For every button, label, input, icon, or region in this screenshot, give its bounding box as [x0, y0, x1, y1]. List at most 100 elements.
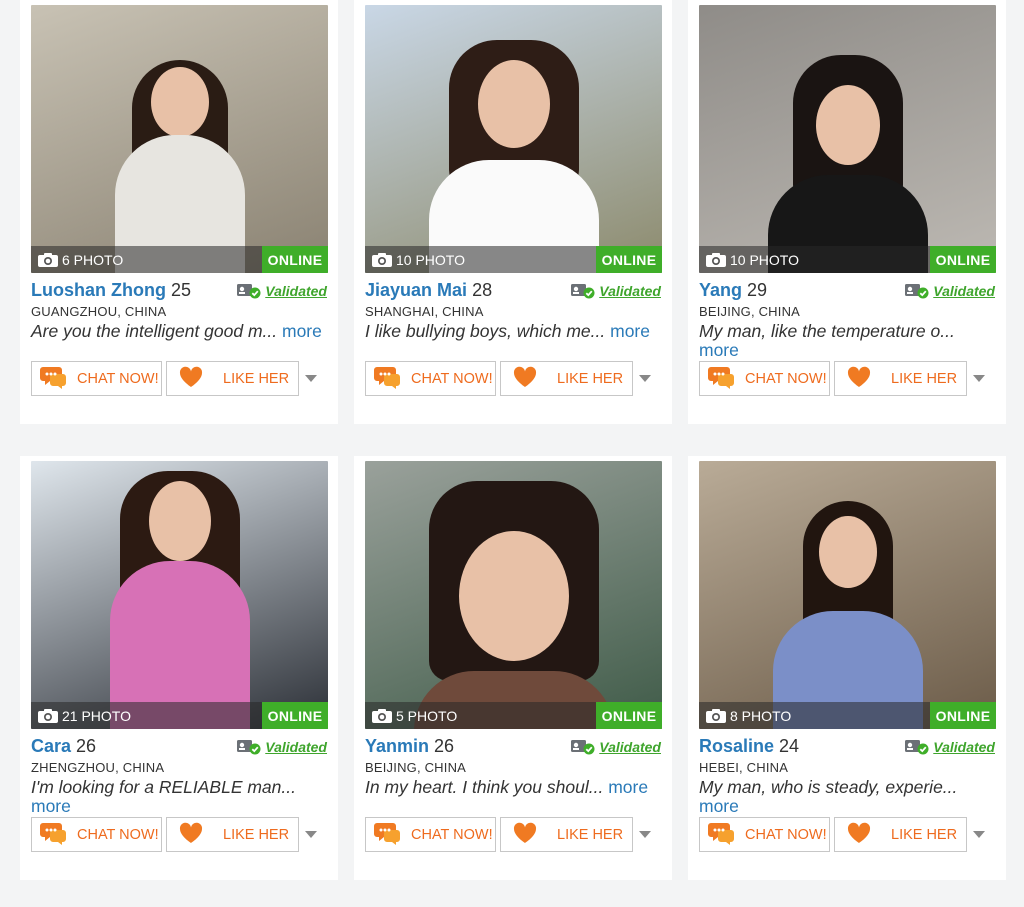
chat-now-label: CHAT NOW!	[77, 370, 159, 387]
chevron-down-icon[interactable]	[973, 375, 985, 382]
face-shape	[815, 85, 880, 165]
chat-now-button[interactable]: CHAT NOW!	[699, 361, 830, 396]
profile-photo[interactable]: 10 PHOTO ONLINE	[699, 5, 996, 273]
profile-name[interactable]: Rosaline	[699, 736, 774, 756]
like-her-button[interactable]: LIKE HER	[834, 817, 967, 852]
validated-link[interactable]: Validated	[571, 283, 661, 299]
photo-count[interactable]: 6 PHOTO	[38, 252, 123, 268]
like-her-label: LIKE HER	[223, 826, 290, 843]
like-her-button[interactable]: LIKE HER	[500, 817, 633, 852]
like-her-button[interactable]: LIKE HER	[500, 361, 633, 396]
bio-text: I'm looking for a RELIABLE man...	[31, 777, 296, 797]
validated-link[interactable]: Validated	[237, 283, 327, 299]
heart-icon	[513, 366, 537, 392]
chat-now-button[interactable]: CHAT NOW!	[31, 361, 162, 396]
profile-name[interactable]: Luoshan Zhong	[31, 280, 166, 300]
validated-link[interactable]: Validated	[905, 283, 995, 299]
validated-link[interactable]: Validated	[237, 739, 327, 755]
like-her-button[interactable]: LIKE HER	[166, 361, 299, 396]
online-badge: ONLINE	[930, 246, 996, 273]
profile-age: 25	[171, 280, 192, 300]
chat-now-button[interactable]: CHAT NOW!	[365, 361, 496, 396]
profile-photo[interactable]: 10 PHOTO ONLINE	[365, 5, 662, 273]
photo-count-label: 21 PHOTO	[62, 708, 131, 724]
camera-icon	[372, 709, 392, 723]
chat-now-button[interactable]: CHAT NOW!	[699, 817, 830, 852]
more-link[interactable]: more	[699, 796, 739, 816]
photo-count[interactable]: 8 PHOTO	[706, 708, 791, 724]
chat-now-button[interactable]: CHAT NOW!	[31, 817, 162, 852]
profile-location: HEBEI, CHINA	[699, 760, 789, 775]
id-check-icon	[237, 739, 261, 755]
validated-label: Validated	[933, 739, 995, 755]
profile-age: 26	[76, 736, 97, 756]
photo-count[interactable]: 10 PHOTO	[372, 252, 465, 268]
heart-icon	[513, 822, 537, 848]
profile-photo[interactable]: 8 PHOTO ONLINE	[699, 461, 996, 729]
validated-link[interactable]: Validated	[571, 739, 661, 755]
heart-icon	[847, 366, 871, 392]
profile-bio: My man, like the temperature o... more	[699, 322, 996, 360]
validated-label: Validated	[599, 739, 661, 755]
profile-name[interactable]: Yang	[699, 280, 742, 300]
camera-icon	[706, 709, 726, 723]
chevron-down-icon[interactable]	[305, 831, 317, 838]
more-link[interactable]: more	[608, 777, 648, 797]
profile-photo[interactable]: 5 PHOTO ONLINE	[365, 461, 662, 729]
chat-bubble-icon	[373, 365, 401, 393]
heart-icon	[179, 366, 203, 392]
validated-link[interactable]: Validated	[905, 739, 995, 755]
action-row: CHAT NOW! LIKE HER	[365, 361, 651, 396]
bio-text: I like bullying boys, which me...	[365, 321, 606, 341]
profile-card: 21 PHOTO ONLINE Cara 26 Validated ZHENGZ…	[20, 456, 338, 880]
profile-bio: I like bullying boys, which me... more	[365, 322, 662, 341]
chevron-down-icon[interactable]	[305, 375, 317, 382]
profile-bio: My man, who is steady, experie... more	[699, 778, 996, 816]
profile-location: GUANGZHOU, CHINA	[31, 304, 167, 319]
chat-now-label: CHAT NOW!	[745, 370, 827, 387]
chat-now-label: CHAT NOW!	[77, 826, 159, 843]
profile-age: 29	[747, 280, 768, 300]
profile-name[interactable]: Yanmin	[365, 736, 429, 756]
more-link[interactable]: more	[610, 321, 650, 341]
profile-photo[interactable]: 6 PHOTO ONLINE	[31, 5, 328, 273]
profile-age: 26	[434, 736, 455, 756]
face-shape	[477, 60, 550, 148]
online-badge: ONLINE	[930, 702, 996, 729]
like-her-label: LIKE HER	[891, 370, 958, 387]
photo-count[interactable]: 21 PHOTO	[38, 708, 131, 724]
heart-icon	[179, 822, 203, 848]
chevron-down-icon[interactable]	[639, 375, 651, 382]
bio-text: Are you the intelligent good m...	[31, 321, 278, 341]
more-link[interactable]: more	[31, 796, 71, 816]
more-link[interactable]: more	[699, 340, 739, 360]
bio-text: In my heart. I think you shoul...	[365, 777, 604, 797]
chevron-down-icon[interactable]	[973, 831, 985, 838]
profile-location: BEIJING, CHINA	[365, 760, 467, 775]
validated-label: Validated	[265, 739, 327, 755]
profile-location: BEIJING, CHINA	[699, 304, 801, 319]
chat-now-button[interactable]: CHAT NOW!	[365, 817, 496, 852]
photo-count[interactable]: 5 PHOTO	[372, 708, 457, 724]
like-her-label: LIKE HER	[557, 370, 624, 387]
validated-label: Validated	[265, 283, 327, 299]
face-shape	[818, 516, 877, 588]
profile-name[interactable]: Jiayuan Mai	[365, 280, 467, 300]
photo-count-label: 6 PHOTO	[62, 252, 124, 268]
more-link[interactable]: more	[282, 321, 322, 341]
photo-count[interactable]: 10 PHOTO	[706, 252, 799, 268]
profile-name[interactable]: Cara	[31, 736, 71, 756]
profile-card: 5 PHOTO ONLINE Yanmin 26 Validated BEIJI…	[354, 456, 672, 880]
like-her-button[interactable]: LIKE HER	[166, 817, 299, 852]
bio-text: My man, like the temperature o...	[699, 321, 955, 341]
profile-photo[interactable]: 21 PHOTO ONLINE	[31, 461, 328, 729]
chat-now-label: CHAT NOW!	[745, 826, 827, 843]
chevron-down-icon[interactable]	[639, 831, 651, 838]
profile-card: 6 PHOTO ONLINE Luoshan Zhong 25 Validate…	[20, 0, 338, 424]
face-shape	[148, 481, 211, 561]
camera-icon	[38, 709, 58, 723]
profile-age: 24	[779, 736, 800, 756]
id-check-icon	[571, 739, 595, 755]
like-her-button[interactable]: LIKE HER	[834, 361, 967, 396]
camera-icon	[706, 253, 726, 267]
